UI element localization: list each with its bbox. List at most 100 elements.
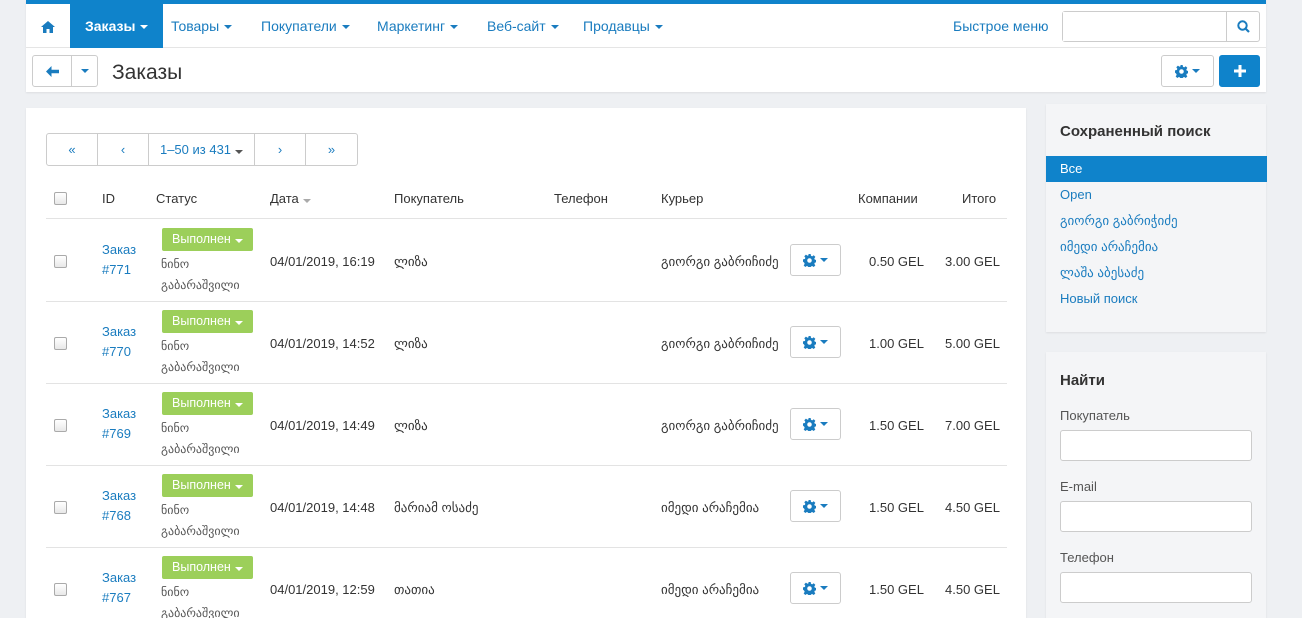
chevron-down-icon — [234, 485, 243, 489]
pager-next[interactable]: › — [255, 134, 306, 165]
col-date[interactable]: Дата — [270, 178, 311, 219]
status-label: Выполнен — [172, 478, 231, 492]
order-customer: ლიზა — [394, 336, 428, 351]
saved-search-panel: Сохраненный поиск Все Open გიორგი გაბრიჭ… — [1046, 104, 1267, 332]
order-total: 5.00 GEL — [945, 336, 1000, 351]
order-link[interactable]: Заказ #768 — [102, 486, 136, 526]
gear-icon — [803, 417, 816, 431]
gear-icon — [803, 499, 816, 513]
sort-icon — [302, 199, 311, 203]
nav-customers[interactable]: Покупатели — [261, 4, 350, 48]
saved-search-giorgi[interactable]: გიორგი გაბრიჭიძე — [1046, 208, 1267, 234]
saved-search-new[interactable]: Новый поиск — [1046, 286, 1267, 312]
chevron-down-icon — [80, 69, 89, 73]
order-link[interactable]: Заказ #767 — [102, 568, 136, 608]
status-badge[interactable]: Выполнен — [162, 392, 253, 415]
email-field[interactable] — [1060, 501, 1252, 532]
phone-field[interactable] — [1060, 572, 1252, 603]
nav-vendors-label: Продавцы — [583, 18, 650, 34]
row-actions-button[interactable] — [790, 408, 841, 440]
pager-first[interactable]: « — [47, 134, 98, 165]
pagination: « ‹ 1–50 из 431 › » — [46, 133, 358, 166]
order-date: 04/01/2019, 14:49 — [270, 418, 375, 433]
chevron-down-icon — [341, 25, 350, 30]
saved-search-open[interactable]: Open — [1046, 182, 1267, 208]
table-row: Заказ #769 Выполнен ნინო გაბარაშვილი 04/01/2… — [46, 384, 1007, 466]
col-status[interactable]: Статус — [156, 178, 197, 219]
nav-products[interactable]: Товары — [171, 4, 233, 48]
search-icon — [1236, 20, 1250, 33]
order-link[interactable]: Заказ #771 — [102, 240, 136, 280]
status-user: ნინო გაბარაშვილი — [161, 339, 240, 374]
pager-range: 1–50 из 431 — [159, 142, 232, 157]
col-id[interactable]: ID — [102, 178, 115, 219]
select-all-checkbox[interactable] — [54, 192, 67, 205]
gear-icon — [803, 335, 816, 349]
status-badge[interactable]: Выполнен — [162, 474, 253, 497]
col-phone[interactable]: Телефон — [554, 178, 608, 219]
settings-button[interactable] — [1161, 55, 1214, 87]
search-input[interactable] — [1063, 12, 1225, 41]
search-box — [1062, 11, 1260, 42]
chevron-down-icon — [550, 25, 559, 30]
row-actions-button[interactable] — [790, 244, 841, 276]
col-total[interactable]: Итого — [962, 178, 996, 219]
gear-icon — [803, 581, 816, 595]
row-checkbox[interactable] — [54, 337, 67, 350]
nav-home[interactable] — [26, 4, 70, 48]
saved-search-all[interactable]: Все — [1046, 156, 1267, 182]
table-row: Заказ #768 Выполнен ნინო გაბარაშვილი 04/01/2… — [46, 466, 1007, 548]
row-checkbox[interactable] — [54, 583, 67, 596]
search-button[interactable] — [1226, 12, 1259, 41]
chevron-down-icon — [140, 25, 149, 30]
pager-range-dropdown[interactable]: 1–50 из 431 — [149, 134, 255, 165]
back-dropdown-button[interactable] — [72, 55, 98, 87]
col-courier[interactable]: Курьер — [661, 178, 703, 219]
saved-search-imedi[interactable]: იმედი არაჩემია — [1046, 234, 1267, 260]
order-number: #767 — [102, 590, 131, 605]
page-title: Заказы — [112, 61, 183, 84]
find-panel: Найти Покупатель E-mail Телефон — [1046, 352, 1266, 618]
back-button[interactable] — [32, 55, 72, 87]
row-actions-button[interactable] — [790, 326, 841, 358]
row-actions-button[interactable] — [790, 490, 841, 522]
nav-vendors[interactable]: Продавцы — [583, 4, 663, 48]
order-link[interactable]: Заказ #770 — [102, 322, 136, 362]
col-customer[interactable]: Покупатель — [394, 178, 464, 219]
nav-orders[interactable]: Заказы — [70, 4, 164, 48]
arrow-left-icon — [45, 65, 59, 77]
order-courier: გიორგი გაბრიჩიძე — [661, 418, 779, 433]
order-label: Заказ — [102, 488, 137, 503]
order-courier: გიორგი გაბრიჩიძე — [661, 254, 779, 269]
order-company: 1.00 GEL — [869, 336, 924, 351]
pager-prev[interactable]: ‹ — [98, 134, 149, 165]
col-company[interactable]: Компании — [858, 178, 918, 219]
nav-marketing[interactable]: Маркетинг — [377, 4, 459, 48]
status-label: Выполнен — [172, 314, 231, 328]
status-badge[interactable]: Выполнен — [162, 556, 253, 579]
add-order-button[interactable] — [1219, 55, 1260, 87]
chevron-down-icon — [235, 150, 244, 154]
chevron-down-icon — [820, 422, 828, 426]
order-link[interactable]: Заказ #769 — [102, 404, 136, 444]
chevron-down-icon — [450, 25, 459, 30]
status-badge[interactable]: Выполнен — [162, 228, 253, 251]
row-actions-button[interactable] — [790, 572, 841, 604]
order-courier: იმედი არაჩემია — [661, 582, 760, 597]
quick-menu-link[interactable]: Быстрое меню — [953, 4, 1049, 48]
customer-field[interactable] — [1060, 430, 1252, 461]
customer-field-label: Покупатель — [1060, 408, 1130, 423]
saved-search-lasha[interactable]: ლაშა აბესაძე — [1046, 260, 1267, 286]
row-checkbox[interactable] — [54, 419, 67, 432]
status-badge[interactable]: Выполнен — [162, 310, 253, 333]
row-checkbox[interactable] — [54, 501, 67, 514]
order-courier: გიორგი გაბრიჩიძე — [661, 336, 779, 351]
phone-field-label: Телефон — [1060, 550, 1114, 565]
table-row: Заказ #770 Выполнен ნინო გაბარაშვილი 04/01/2… — [46, 302, 1007, 384]
row-checkbox[interactable] — [54, 255, 67, 268]
chevron-down-icon — [820, 258, 828, 262]
nav-products-label: Товары — [171, 18, 220, 34]
chevron-down-icon — [820, 586, 828, 590]
nav-website[interactable]: Веб-сайт — [487, 4, 559, 48]
pager-last[interactable]: » — [306, 134, 357, 165]
